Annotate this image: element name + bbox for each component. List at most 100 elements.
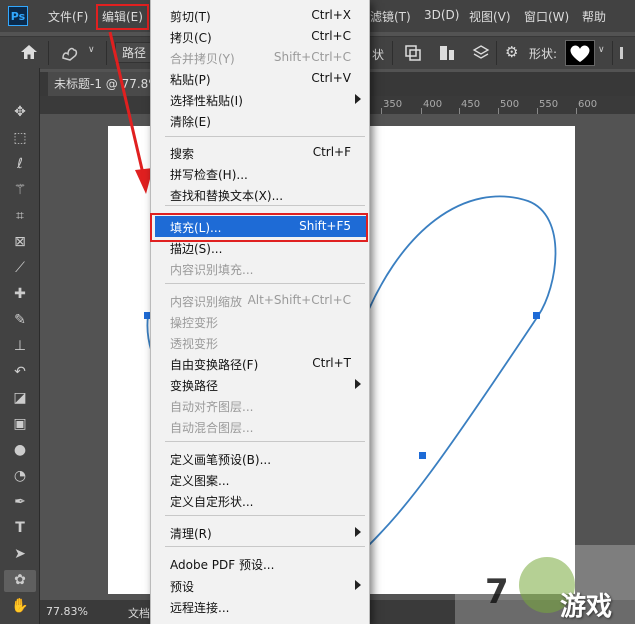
- menu-item-shortcut: Ctrl+X: [311, 8, 351, 22]
- gradient-tool-icon[interactable]: ▣: [10, 414, 30, 434]
- menu-item[interactable]: 清除(E): [155, 110, 367, 131]
- submenu-arrow-icon: [355, 580, 361, 590]
- magic-wand-tool-icon[interactable]: ⚚: [10, 180, 30, 200]
- menu-item[interactable]: 变换路径: [155, 374, 367, 395]
- gear-icon[interactable]: [620, 45, 634, 61]
- menu-3d[interactable]: 3D(D): [424, 8, 459, 22]
- path-arrangement-icon[interactable]: [472, 44, 490, 62]
- tool-preset-chevron-icon[interactable]: ∨: [88, 45, 95, 55]
- healing-brush-tool-icon[interactable]: ✚: [10, 284, 30, 304]
- pen-tool-icon[interactable]: ✒: [10, 492, 30, 512]
- fill-annotation-box: [150, 213, 368, 242]
- menu-item: 内容识别填充...: [155, 258, 367, 279]
- menu-item-shortcut: Alt+Shift+Ctrl+C: [247, 293, 351, 307]
- move-tool-icon[interactable]: ✥: [10, 102, 30, 122]
- menu-item-label: 选择性粘贴(I): [170, 94, 243, 108]
- menu-view[interactable]: 视图(V): [469, 8, 511, 25]
- menu-item-label: 查找和替换文本(X)...: [170, 189, 284, 203]
- menu-filter[interactable]: 滤镜(T): [370, 8, 411, 25]
- menu-item-label: 远程连接...: [170, 601, 230, 615]
- eyedropper-tool-icon[interactable]: ⟋: [10, 258, 30, 278]
- document-info-label[interactable]: 文档: [128, 605, 150, 621]
- marquee-tool-icon[interactable]: ⬚: [10, 128, 30, 148]
- menu-separator: [165, 546, 365, 547]
- path-alignment-icon[interactable]: [438, 44, 456, 62]
- home-icon[interactable]: [20, 44, 38, 60]
- history-brush-tool-icon[interactable]: ↶: [10, 362, 30, 382]
- menu-item-label: 定义图案...: [170, 474, 230, 488]
- menu-item[interactable]: 粘贴(P) Ctrl+V: [155, 68, 367, 89]
- menu-item[interactable]: 剪切(T) Ctrl+X: [155, 5, 367, 26]
- submenu-arrow-icon: [355, 379, 361, 389]
- menu-item-label: 清理(R): [170, 527, 212, 541]
- menu-item: 自动混合图层...: [155, 416, 367, 437]
- blur-tool-icon[interactable]: ●: [10, 440, 30, 460]
- menu-item-shortcut: Ctrl+V: [311, 71, 351, 85]
- eraser-tool-icon[interactable]: ◪: [10, 388, 30, 408]
- menu-item-label: 拷贝(C): [170, 31, 212, 45]
- ruler-label: 350: [383, 99, 403, 110]
- menu-item: 自动对齐图层...: [155, 395, 367, 416]
- menu-window[interactable]: 窗口(W): [524, 8, 569, 25]
- submenu-arrow-icon: [355, 527, 361, 537]
- menu-separator: [165, 515, 365, 516]
- menu-item[interactable]: Adobe PDF 预设...: [155, 553, 367, 574]
- svg-text:7: 7: [485, 572, 509, 612]
- menu-item[interactable]: 定义画笔预设(B)...: [155, 448, 367, 469]
- path-operations-icon[interactable]: [404, 44, 422, 62]
- menu-item[interactable]: 拷贝(C) Ctrl+C: [155, 26, 367, 47]
- hand-tool-icon[interactable]: ✋: [10, 596, 30, 616]
- menu-item[interactable]: 搜索 Ctrl+F: [155, 142, 367, 163]
- menu-item-label: 定义画笔预设(B)...: [170, 453, 272, 467]
- ruler-label: 400: [423, 99, 443, 110]
- brush-tool-icon[interactable]: ✎: [10, 310, 30, 330]
- menu-item-label: 搜索: [170, 147, 195, 161]
- menu-item[interactable]: 查找和替换文本(X)...: [155, 184, 367, 205]
- zoom-level[interactable]: 77.83%: [46, 605, 88, 618]
- menu-item[interactable]: 选择性粘贴(I): [155, 89, 367, 110]
- menu-item-shortcut: Ctrl+T: [312, 356, 351, 370]
- ruler-label: 550: [539, 99, 559, 110]
- menu-item-label: 清除(E): [170, 115, 211, 129]
- custom-shape-tool-icon[interactable]: ✿: [4, 570, 36, 592]
- menu-item: 合并拷贝(Y) Shift+Ctrl+C: [155, 47, 367, 68]
- menu-item[interactable]: 定义自定形状...: [155, 490, 367, 511]
- menu-item-label: Adobe PDF 预设...: [170, 558, 275, 572]
- menu-file[interactable]: 文件(F): [48, 8, 88, 25]
- gear-icon[interactable]: ⚙: [505, 43, 518, 61]
- menu-item-label: 定义自定形状...: [170, 495, 254, 509]
- menu-item-label: 粘贴(P): [170, 73, 211, 87]
- fill-mode-label[interactable]: 状: [372, 46, 384, 63]
- menu-item[interactable]: 远程连接...: [155, 596, 367, 617]
- menu-item[interactable]: 拼写检查(H)...: [155, 163, 367, 184]
- shape-picker[interactable]: [565, 40, 595, 66]
- shape-chevron-icon[interactable]: ∨: [598, 45, 605, 55]
- tools-panel: ✥ ⬚ ℓ ⚚ ⌗ ⊠ ⟋ ✚ ✎ ⊥ ↶ ◪ ▣ ● ◔ ✒ T ➤ ✿ ✋: [0, 68, 40, 624]
- menu-separator: [165, 441, 365, 442]
- custom-shape-tool-icon[interactable]: [60, 44, 80, 62]
- menu-item-label: 预设: [170, 580, 195, 594]
- menu-help[interactable]: 帮助: [582, 8, 606, 25]
- menu-item[interactable]: 清理(R): [155, 522, 367, 543]
- menu-item-label: 拼写检查(H)...: [170, 168, 248, 182]
- path-anchor-point[interactable]: [419, 452, 426, 459]
- menu-item-label: 内容识别缩放: [170, 295, 243, 309]
- lasso-tool-icon[interactable]: ℓ: [10, 154, 30, 174]
- path-selection-tool-icon[interactable]: ➤: [10, 544, 30, 564]
- menu-item-label: 自动对齐图层...: [170, 400, 254, 414]
- path-anchor-point[interactable]: [533, 312, 540, 319]
- menu-item: 内容识别缩放 Alt+Shift+Ctrl+C: [155, 290, 367, 311]
- dodge-tool-icon[interactable]: ◔: [10, 466, 30, 486]
- frame-tool-icon[interactable]: ⊠: [10, 232, 30, 252]
- menu-item[interactable]: 预设: [155, 575, 367, 596]
- crop-tool-icon[interactable]: ⌗: [10, 206, 30, 226]
- type-tool-icon[interactable]: T: [10, 518, 30, 538]
- clone-stamp-tool-icon[interactable]: ⊥: [10, 336, 30, 356]
- edit-menu-annotation-box: [96, 4, 149, 30]
- menu-separator: [165, 283, 365, 284]
- menu-item[interactable]: 定义图案...: [155, 469, 367, 490]
- menu-item[interactable]: 自由变换路径(F) Ctrl+T: [155, 353, 367, 374]
- menu-item-shortcut: Ctrl+F: [312, 145, 351, 159]
- menu-item: 操控变形: [155, 311, 367, 332]
- menu-separator: [165, 136, 365, 137]
